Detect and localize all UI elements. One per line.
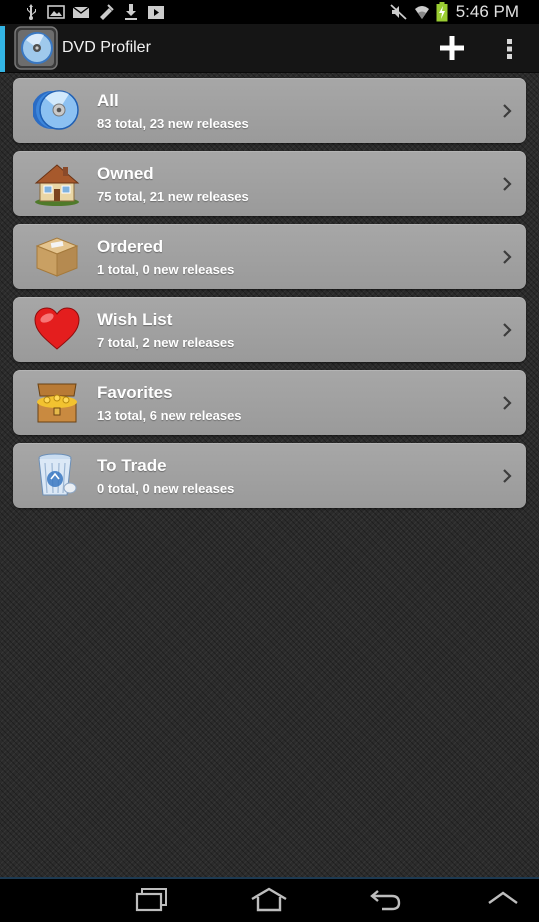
usb-debug-icon xyxy=(100,4,114,20)
list-item-summary: 83 total, 23 new releases xyxy=(97,116,249,131)
collection-list: All 83 total, 23 new releases Owned 75 t… xyxy=(13,78,526,516)
wifi-icon xyxy=(414,6,429,19)
usb-icon xyxy=(27,4,36,20)
action-bar: DVD Profiler xyxy=(0,24,539,73)
list-item-title: To Trade xyxy=(97,456,167,475)
recent-apps-icon[interactable] xyxy=(134,887,170,913)
chevron-right-icon xyxy=(503,323,512,337)
back-icon[interactable] xyxy=(368,887,402,913)
menu-up-icon[interactable] xyxy=(486,887,520,909)
chevron-right-icon xyxy=(503,469,512,483)
status-bar: 5:46 PM xyxy=(0,0,539,24)
chevron-right-icon xyxy=(503,177,512,191)
app-title: DVD Profiler xyxy=(62,39,151,56)
list-item-ordered[interactable]: Ordered 1 total, 0 new releases xyxy=(13,224,526,289)
clock: 5:46 PM xyxy=(455,2,519,21)
list-item-summary: 1 total, 0 new releases xyxy=(97,262,235,277)
heart-icon xyxy=(34,307,80,350)
list-item-title: Ordered xyxy=(97,237,164,256)
treasure-chest-icon xyxy=(37,383,77,423)
notification-icons xyxy=(22,3,165,21)
chevron-right-icon xyxy=(503,250,512,264)
list-item-all[interactable]: All 83 total, 23 new releases xyxy=(13,78,526,143)
chevron-right-icon xyxy=(503,396,512,410)
mail-icon xyxy=(72,6,90,18)
app-logo-icon[interactable] xyxy=(14,26,58,70)
battery-charging-icon xyxy=(436,2,448,22)
list-item-wish-list[interactable]: Wish List 7 total, 2 new releases xyxy=(13,297,526,362)
navigation-bar xyxy=(0,877,539,922)
disc-stack-icon xyxy=(33,90,79,130)
action-bar-accent xyxy=(0,26,5,72)
list-item-title: Owned xyxy=(97,164,154,183)
list-item-summary: 13 total, 6 new releases xyxy=(97,408,242,423)
home-icon[interactable] xyxy=(250,887,288,913)
overflow-menu-icon[interactable] xyxy=(500,34,520,64)
system-status: 5:46 PM xyxy=(390,2,519,22)
chevron-right-icon xyxy=(503,104,512,118)
list-item-title: All xyxy=(97,91,119,110)
list-item-favorites[interactable]: Favorites 13 total, 6 new releases xyxy=(13,370,526,435)
recycle-bin-icon xyxy=(38,453,77,496)
mute-icon xyxy=(390,4,407,20)
list-item-summary: 7 total, 2 new releases xyxy=(97,335,235,350)
list-item-to-trade[interactable]: To Trade 0 total, 0 new releases xyxy=(13,443,526,508)
list-item-summary: 75 total, 21 new releases xyxy=(97,189,249,204)
box-icon xyxy=(35,237,79,277)
video-icon xyxy=(148,6,164,19)
download-icon xyxy=(125,4,137,20)
list-item-owned[interactable]: Owned 75 total, 21 new releases xyxy=(13,151,526,216)
image-icon xyxy=(47,5,65,19)
add-icon[interactable] xyxy=(436,32,468,64)
list-item-title: Wish List xyxy=(97,310,173,329)
list-item-title: Favorites xyxy=(97,383,173,402)
list-item-summary: 0 total, 0 new releases xyxy=(97,481,235,496)
house-icon xyxy=(34,164,80,206)
